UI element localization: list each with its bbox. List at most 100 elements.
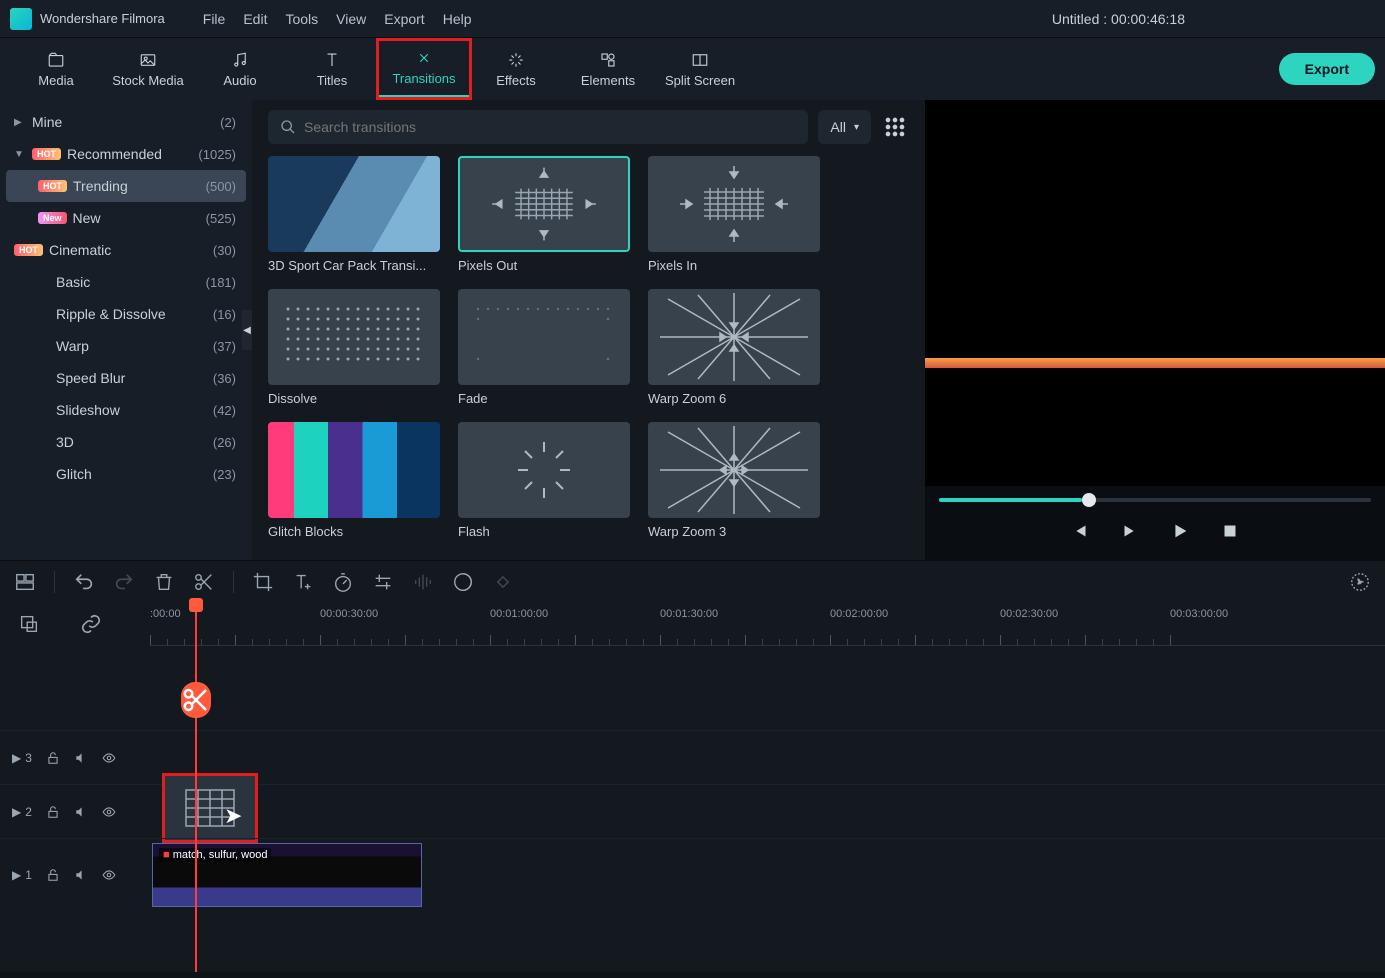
transition-thumb[interactable] [458,422,630,518]
sidebar-item-warp[interactable]: Warp(37) [0,330,252,362]
transition-item[interactable]: Pixels In [648,156,820,273]
match-media-icon[interactable] [18,613,40,635]
delete-button[interactable] [153,571,175,593]
track-video-icon[interactable]: ▶2 [12,805,32,819]
keyframe-button[interactable] [492,571,514,593]
redo-button[interactable] [113,571,135,593]
tab-audio[interactable]: Audio [194,40,286,98]
download-icon [416,494,434,512]
sidebar-item-recommended[interactable]: ▼HOTRecommended (1025) [0,138,252,170]
transition-item[interactable]: Pixels Out [458,156,630,273]
speed-button[interactable] [332,571,354,593]
search-input[interactable] [304,119,796,135]
visibility-icon[interactable] [102,868,116,882]
prev-frame-button[interactable] [1069,520,1091,542]
scrubber-knob[interactable] [1082,493,1096,507]
sidebar-item-slideshow[interactable]: Slideshow(42) [0,394,252,426]
sidebar-item-mine[interactable]: ▶Mine (2) [0,106,252,138]
sidebar-item-trending[interactable]: HOTTrending (500) [6,170,246,202]
sidebar-item-3d[interactable]: 3D(26) [0,426,252,458]
menu-view[interactable]: View [336,11,366,27]
transition-thumb[interactable] [648,156,820,252]
lock-icon[interactable] [46,751,60,765]
text-add-button[interactable] [292,571,314,593]
tab-audio-label: Audio [223,73,256,88]
split-button[interactable] [193,571,215,593]
timeline[interactable]: :00:00 00:00:30:00 00:01:00:00 00:01:30:… [0,602,1385,972]
audio-button[interactable] [412,571,434,593]
filter-dropdown[interactable]: All ▾ [818,110,871,144]
sidebar-item-ripple[interactable]: Ripple & Dissolve(16) [0,298,252,330]
tab-stock-media[interactable]: Stock Media [102,40,194,98]
track-number: 1 [25,868,32,882]
tab-media[interactable]: Media [10,40,102,98]
menu-help[interactable]: Help [443,11,472,27]
play-button[interactable] [1169,520,1191,542]
timeline-ruler[interactable]: :00:00 00:00:30:00 00:01:00:00 00:01:30:… [150,602,1385,646]
sidebar-item-new[interactable]: NewNew (525) [0,202,252,234]
mute-icon[interactable] [74,751,88,765]
preview-scrubber[interactable] [939,498,1371,502]
transition-item[interactable]: 3D Sport Car Pack Transi... [268,156,440,273]
transition-thumb[interactable] [648,289,820,385]
playhead[interactable] [195,602,197,972]
transition-thumb[interactable] [268,156,440,252]
link-icon[interactable] [80,613,102,635]
render-button[interactable] [1349,571,1371,593]
track-video-icon[interactable]: ▶3 [12,751,32,765]
track-number: 3 [25,751,32,765]
layout-icon[interactable] [14,571,36,593]
color-button[interactable] [452,571,474,593]
transition-item[interactable]: Glitch Blocks [268,422,440,539]
visibility-icon[interactable] [102,751,116,765]
undo-button[interactable] [73,571,95,593]
view-grid-icon[interactable] [881,113,909,141]
export-button[interactable]: Export [1279,53,1375,85]
menu-tools[interactable]: Tools [285,11,318,27]
transition-item[interactable]: Flash [458,422,630,539]
tab-split-screen[interactable]: Split Screen [654,40,746,98]
sidebar-item-glitch[interactable]: Glitch(23) [0,458,252,490]
transition-thumb[interactable] [268,422,440,518]
preview-canvas[interactable] [925,100,1385,486]
tab-titles[interactable]: Titles [286,40,378,98]
transition-item[interactable]: Fade [458,289,630,406]
visibility-icon[interactable] [102,805,116,819]
video-clip[interactable]: match, sulfur, wood [152,843,422,907]
download-icon [606,494,624,512]
next-frame-button[interactable] [1119,520,1141,542]
collapse-sidebar-handle[interactable]: ◀ [242,310,252,350]
sidebar-item-speed-blur[interactable]: Speed Blur(36) [0,362,252,394]
menu-file[interactable]: File [203,11,226,27]
lock-icon[interactable] [46,805,60,819]
transition-thumb[interactable] [648,422,820,518]
menu-export[interactable]: Export [384,11,424,27]
playhead-head[interactable] [189,598,203,612]
transition-thumb[interactable] [268,289,440,385]
transition-item[interactable]: Warp Zoom 3 [648,422,820,539]
mute-icon[interactable] [74,868,88,882]
adjust-button[interactable] [372,571,394,593]
track-video-icon[interactable]: ▶1 [12,868,32,882]
tab-elements[interactable]: Elements [562,40,654,98]
transition-item[interactable]: Dissolve [268,289,440,406]
tab-transitions[interactable]: Transitions [378,40,470,98]
transition-thumb[interactable] [458,289,630,385]
sparkle-icon [506,51,526,69]
track-1[interactable]: ▶1 match, sulfur, wood [0,838,1385,910]
category-sidebar[interactable]: ▶Mine (2) ▼HOTRecommended (1025) HOTTren… [0,100,252,560]
transition-thumb-selected[interactable] [458,156,630,252]
track-2[interactable]: ▶2 ➤ [0,784,1385,838]
transition-item[interactable]: Warp Zoom 6 [648,289,820,406]
sidebar-item-cinematic[interactable]: HOTCinematic (30) [0,234,252,266]
playhead-split-icon[interactable] [181,682,211,718]
lock-icon[interactable] [46,868,60,882]
dragged-transition[interactable] [162,773,258,843]
tab-effects[interactable]: Effects [470,40,562,98]
crop-button[interactable] [252,571,274,593]
stop-button[interactable] [1219,520,1241,542]
search-box[interactable] [268,110,808,144]
mute-icon[interactable] [74,805,88,819]
menu-edit[interactable]: Edit [243,11,267,27]
sidebar-item-basic[interactable]: Basic(181) [0,266,252,298]
